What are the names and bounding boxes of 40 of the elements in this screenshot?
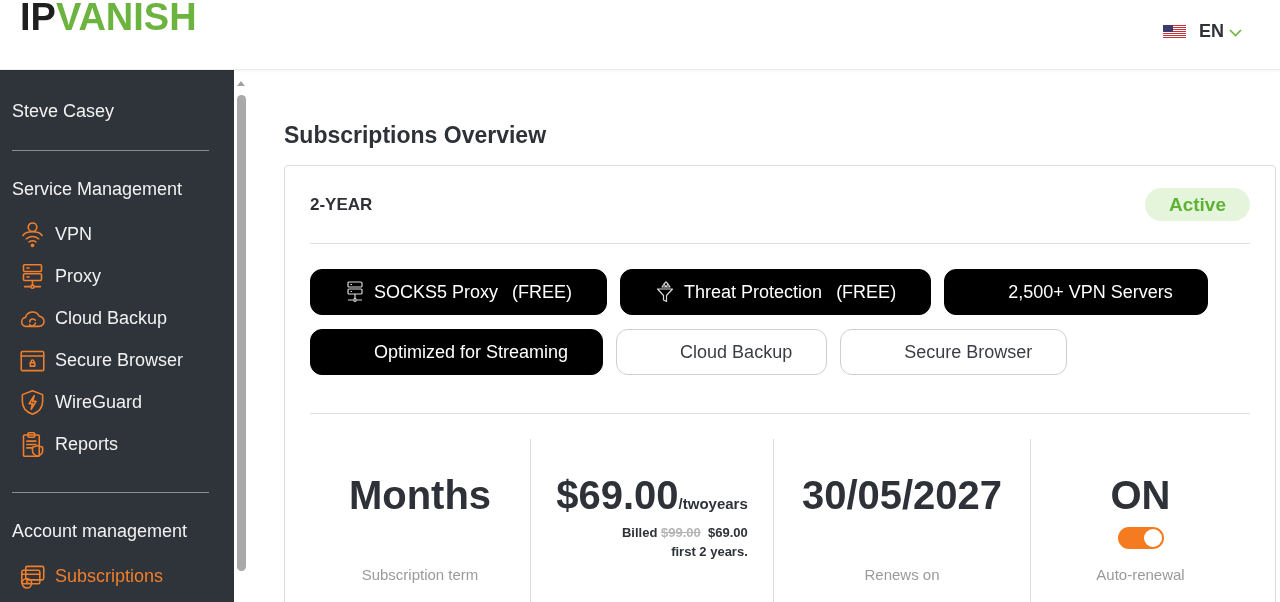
user-name: Steve Casey <box>12 100 116 123</box>
plan-name: 2-YEAR <box>310 194 373 215</box>
stat-label: Subscription term <box>361 565 479 585</box>
logo-wordmark: IPVANISH <box>20 0 197 34</box>
chevron-down-icon <box>1229 28 1242 37</box>
feature-tag: (FREE) <box>836 281 897 303</box>
nav-item[interactable]: Subscriptions <box>12 555 209 597</box>
section-title: Account management <box>12 520 189 543</box>
nav-item[interactable]: Proxy <box>12 255 209 297</box>
stat-value: 30/05/2027 <box>801 472 1003 519</box>
feature-tag: (FREE) <box>512 281 573 303</box>
stat-label: Auto-renewal <box>1096 565 1185 585</box>
nav-item[interactable]: Secure Browser <box>12 339 209 381</box>
scrollbar-thumb[interactable] <box>236 95 246 571</box>
stat-label: Renews on <box>864 565 940 585</box>
nav-item[interactable]: WireGuard <box>12 381 209 423</box>
section-title: Service Management <box>12 178 184 201</box>
auto-renewal-toggle[interactable] <box>1117 527 1164 549</box>
language-selector[interactable]: EN <box>1163 20 1242 42</box>
nav-item[interactable]: Reports <box>12 423 209 465</box>
status-badge: Active <box>1144 188 1250 221</box>
flag-icon <box>1163 24 1186 38</box>
feature-label: SOCKS5 Proxy <box>374 281 499 303</box>
stat-value: Months <box>348 472 492 519</box>
shield-bolt-icon <box>19 388 46 416</box>
server-icon <box>346 281 364 303</box>
feature-label: Threat Protection <box>684 281 823 303</box>
feature-label: Cloud Backup <box>680 341 793 363</box>
billing-note: Billed $99.00 $69.00 first 2 years. <box>622 524 748 561</box>
feature-label: Optimized for Streaming <box>374 341 569 363</box>
nav-item[interactable]: VPN <box>12 213 209 255</box>
feature-label: Secure Browser <box>904 341 1033 363</box>
funnel-icon <box>656 281 675 303</box>
price-amount: $69.00/twoyears <box>556 472 748 519</box>
stat-value: ON <box>1110 472 1171 519</box>
person-wifi-icon <box>19 220 46 248</box>
scroll-up-icon[interactable] <box>237 81 245 86</box>
page-title: Subscriptions Overview <box>284 121 548 150</box>
nav-item[interactable]: Cloud Backup <box>12 297 209 339</box>
feature-label: 2,500+ VPN Servers <box>1008 281 1173 303</box>
